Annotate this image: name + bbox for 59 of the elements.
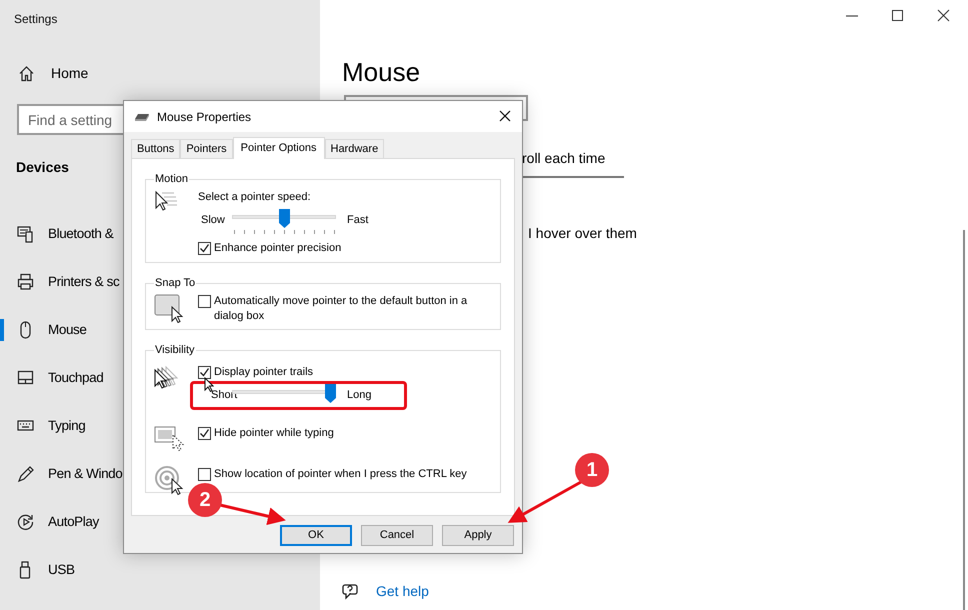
step-badge: 1 (575, 453, 609, 487)
sidebar-item[interactable]: Typing (0, 402, 123, 450)
checkbox-label: I hover over them (528, 224, 638, 243)
pen-icon (17, 465, 34, 483)
scrollbar[interactable] (963, 230, 965, 610)
home-icon (18, 64, 35, 82)
dialog-button[interactable]: OK (280, 525, 352, 546)
tab[interactable]: Pointers (180, 139, 233, 158)
sidebar-item[interactable]: Bluetooth & (0, 210, 123, 258)
close-icon[interactable] (498, 109, 512, 123)
section-heading: Devices (16, 158, 69, 177)
help-link[interactable]: Get help (376, 581, 429, 602)
checkbox-label: Hide pointer while typing (214, 426, 335, 440)
group-title: Motion (154, 172, 190, 187)
sidebar-item[interactable]: Printers & sc (0, 258, 123, 306)
sidebar-item[interactable]: Mouse (0, 306, 123, 354)
slider-thumb[interactable] (279, 208, 290, 228)
checkbox-label: Show location of pointer when I press the CTRL key (214, 466, 468, 482)
group-title: Visibility (154, 343, 196, 358)
dialog-title: Mouse Properties (157, 108, 252, 126)
cursor-icon (204, 377, 214, 392)
dialog-button[interactable]: Apply (442, 525, 514, 546)
slider-thumb[interactable] (324, 384, 336, 402)
keyboard-phone-icon (17, 225, 34, 243)
tab[interactable]: Pointer Options (232, 137, 324, 159)
slider-caption: Select a pointer speed: (198, 190, 312, 204)
snap-pointer-icon (154, 292, 186, 322)
checkbox[interactable] (198, 426, 211, 440)
slider-label: Slow (200, 212, 226, 228)
checkbox[interactable] (198, 242, 211, 254)
sidebar-item[interactable]: AutoPlay (0, 498, 123, 546)
group-title: Snap To (154, 276, 196, 291)
slider-label: Long (347, 388, 372, 402)
tab[interactable]: Buttons (131, 139, 180, 158)
home-item[interactable]: Home (0, 50, 320, 96)
sidebar-item[interactable]: USB (0, 546, 123, 594)
printer-icon (17, 273, 34, 291)
mouse-icon (134, 112, 150, 122)
checkbox[interactable] (198, 366, 211, 378)
slider-label: Fast (347, 212, 368, 228)
sidebar-item[interactable]: Touchpad (0, 354, 123, 402)
minimize-icon (846, 15, 858, 17)
touchpad-icon (17, 369, 34, 387)
autoplay-icon (17, 513, 34, 531)
slider[interactable] (232, 208, 336, 234)
checkbox[interactable] (198, 468, 211, 480)
tab[interactable]: Hardware (324, 139, 384, 158)
close-icon (936, 8, 952, 24)
sidebar-item[interactable]: Pen & Windo (0, 450, 123, 498)
pointer-location-icon (154, 466, 186, 496)
checkbox-label: Enhance pointer precision (214, 240, 342, 256)
maximize-icon (890, 8, 906, 24)
checkbox[interactable] (198, 294, 211, 308)
checkbox-label: Automatically move pointer to the default button in a dialog box (214, 294, 468, 324)
checkbox-label: Display pointer trails (214, 364, 314, 380)
window-title: Settings (13, 11, 58, 28)
dialog-button[interactable]: Cancel (361, 525, 433, 546)
arrow (220, 504, 286, 526)
page-title: Mouse (342, 56, 420, 89)
